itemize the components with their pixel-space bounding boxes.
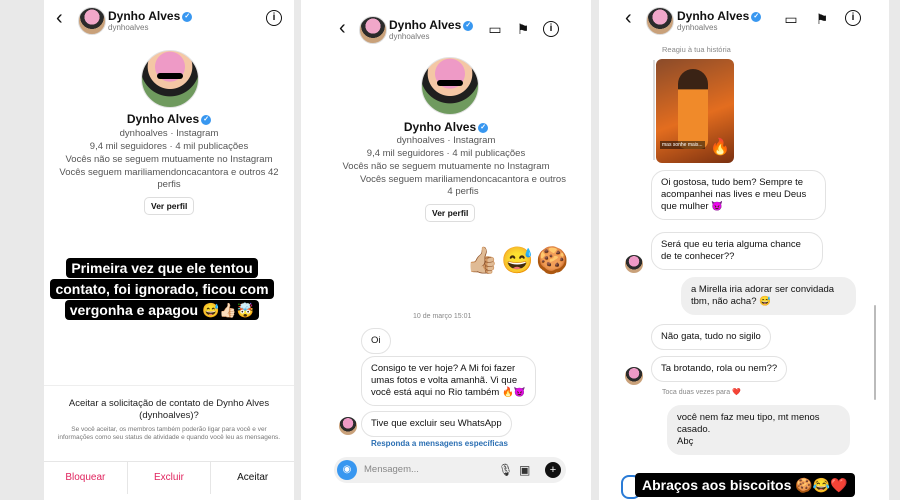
chat-header: ‹ Dynho Alves ✓ dynhoalves ▭ ⚑ i [599, 0, 889, 40]
gallery-icon[interactable]: ▣ [519, 462, 530, 478]
header-name[interactable]: Dynho Alves ✓ [677, 9, 762, 23]
message-bubble-own[interactable]: você nem faz meu tipo, mt menos casado. … [667, 405, 850, 455]
verified-icon: ✓ [463, 20, 474, 31]
header-username: dynhoalves [677, 23, 718, 32]
panel-chat-2: ‹ Dynho Alves ✓ dynhoalves ▭ ⚑ i Dynho Al… [301, 0, 591, 500]
caption-line: Primeira vez que ele tentou [66, 258, 258, 278]
panel-chat-3: ‹ Dynho Alves ✓ dynhoalves ▭ ⚑ i Reagiu à… [599, 0, 889, 500]
header-username: dynhoalves [389, 32, 430, 41]
profile-meta: dynhoalves · Instagram [119, 128, 219, 139]
reaction-emoji: 👍🏼 [466, 245, 499, 275]
message-bubble[interactable]: Ta brotando, rola ou nem?? [651, 356, 788, 382]
message-bubble-own[interactable]: a Mirella iria adorar ser convidada tbm,… [681, 277, 856, 315]
message-bubble[interactable]: Não gata, tudo no sigilo [651, 324, 771, 350]
message-bubble[interactable]: Consigo te ver hoje? A Mi foi fazer umas… [361, 356, 536, 406]
sender-avatar [625, 367, 643, 385]
info-icon[interactable]: i [543, 21, 559, 37]
back-arrow-icon[interactable]: ‹ [56, 8, 63, 28]
story-caption: Primeira vez que ele tentou contato, foi… [46, 258, 278, 321]
avatar[interactable] [646, 7, 674, 35]
video-call-icon[interactable]: ▭ [782, 10, 800, 28]
view-profile-button[interactable]: Ver perfil [425, 204, 476, 222]
story-thumbnail[interactable]: mas sonhe mais... 🔥 [656, 59, 734, 163]
chat-header: ‹ Dynho Alves ✓ dynhoalves ▭ ⚑ i [301, 0, 591, 44]
camera-icon[interactable]: ◉ [337, 460, 357, 480]
story-caption-bottom: Abraços aos biscoitos 🍪😂❤️ [635, 473, 855, 497]
panel-request: ‹ Dynho Alves ✓ dynhoalves i Dynho Alves ✓… [44, 0, 294, 500]
microphone-icon[interactable]: 🎙 [498, 462, 513, 478]
double-tap-hint: Toca duas vezes para ❤️ [662, 389, 741, 396]
story-label: mas sonhe mais... [660, 141, 705, 149]
caption-line: vergonha e apagou 😅👍🏻🤯 [64, 300, 260, 320]
message-timestamp: 10 de março 15:01 [413, 313, 472, 320]
request-actions: Bloquear Excluir Aceitar [44, 461, 294, 494]
message-input[interactable]: Mensagem... [364, 464, 419, 475]
flag-icon[interactable]: ⚑ [813, 10, 831, 28]
message-bubble[interactable]: Oi [361, 328, 391, 354]
info-icon[interactable]: i [845, 10, 861, 26]
accept-subtitle: Se você aceitar, os membros também poder… [57, 426, 281, 441]
accept-request-box: Aceitar a solicitação de contato de Dynh… [44, 385, 294, 500]
message-bubble[interactable]: Tive que excluir seu WhatsApp [361, 411, 512, 437]
header-name[interactable]: Dynho Alves ✓ [108, 9, 193, 23]
message-bubble[interactable]: Oi gostosa, tudo bem? Sempre te acompanh… [651, 170, 826, 220]
chat-header: ‹ Dynho Alves ✓ dynhoalves i [44, 0, 294, 40]
profile-meta: dynhoalves · Instagram [396, 135, 496, 146]
story-reply-bar [653, 60, 655, 160]
verified-icon: ✓ [478, 122, 489, 133]
profile-counts: 9,4 mil seguidores · 4 mil publicações [89, 141, 249, 152]
avatar[interactable] [78, 7, 106, 35]
accept-button[interactable]: Aceitar [211, 462, 294, 494]
header-name[interactable]: Dynho Alves ✓ [389, 18, 474, 32]
back-arrow-icon[interactable]: ‹ [625, 8, 632, 28]
scrollbar[interactable] [874, 305, 876, 400]
sender-avatar [625, 255, 643, 273]
fire-emoji: 🔥 [710, 139, 730, 156]
story-reaction-label: Reagiu à tua história [662, 45, 731, 54]
reply-hint-link[interactable]: Responda a mensagens específicas [371, 439, 508, 448]
reaction-emoji: 😅 [501, 245, 534, 275]
message-bubble[interactable]: Será que eu teria alguma chance de te co… [651, 232, 823, 270]
story-figure [678, 69, 708, 149]
accept-title: Aceitar a solicitação de contato de Dynh… [68, 398, 270, 421]
info-icon[interactable]: i [266, 10, 282, 26]
caption-line: contato, foi ignorado, ficou com [50, 279, 274, 299]
profile-mutual: Vocês não se seguem mutuamente no Instag… [65, 154, 273, 165]
sunglasses-decor [437, 80, 463, 86]
profile-avatar [421, 57, 479, 115]
header-username: dynhoalves [108, 23, 149, 32]
block-button[interactable]: Bloquear [44, 462, 128, 494]
profile-follows: Vocês seguem mariliamendoncacantora e ou… [360, 174, 566, 197]
avatar[interactable] [359, 16, 387, 44]
message-composer: ◉ Mensagem... 🎙 ▣ + [334, 457, 566, 483]
profile-avatar [141, 50, 199, 108]
profile-name: Dynho Alves ✓ [44, 112, 294, 126]
profile-mutual: Vocês não se seguem mutuamente no Instag… [342, 161, 550, 172]
plus-icon[interactable]: + [545, 462, 561, 478]
delete-button[interactable]: Excluir [128, 462, 212, 494]
profile-counts: 9,4 mil seguidores · 4 mil publicações [366, 148, 526, 159]
view-profile-button[interactable]: Ver perfil [144, 197, 195, 215]
reaction-emoji: 🍪 [536, 245, 569, 275]
back-arrow-icon[interactable]: ‹ [339, 18, 346, 38]
verified-icon: ✓ [201, 114, 212, 125]
verified-icon: ✓ [182, 11, 193, 22]
video-call-icon[interactable]: ▭ [486, 20, 504, 38]
profile-follows: Vocês seguem mariliamendoncacantora e ou… [59, 167, 279, 190]
sunglasses-decor [157, 73, 183, 79]
verified-icon: ✓ [751, 11, 762, 22]
sender-avatar [339, 417, 357, 435]
flag-icon[interactable]: ⚑ [514, 20, 532, 38]
profile-name: Dynho Alves ✓ [301, 120, 591, 134]
